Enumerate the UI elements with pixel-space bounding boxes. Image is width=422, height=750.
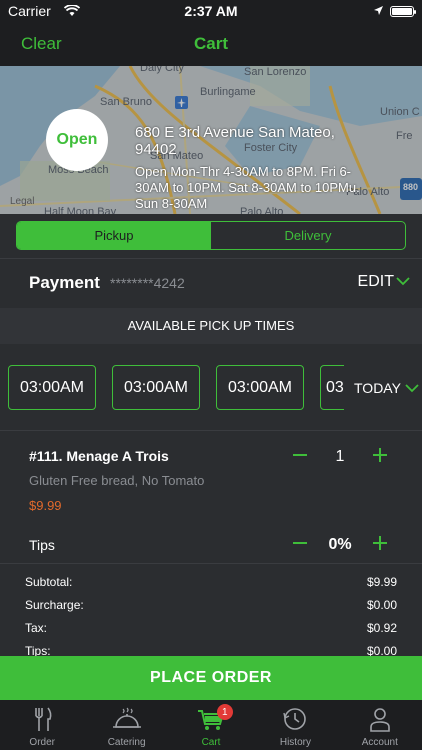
- place-order-button[interactable]: PLACE ORDER: [0, 656, 422, 700]
- summary-row-tax: Tax: $0.92: [25, 621, 397, 635]
- summary-row-subtotal: Subtotal: $9.99: [25, 575, 397, 589]
- tab-account[interactable]: Account: [338, 700, 422, 750]
- location-arrow-icon: [373, 3, 384, 19]
- person-icon: [366, 705, 394, 733]
- summary-value: $0.92: [366, 621, 397, 635]
- summary-label: Subtotal:: [25, 575, 73, 589]
- cart-badge: 1: [216, 704, 233, 720]
- tab-cart[interactable]: 1 Cart: [169, 700, 253, 750]
- fork-knife-icon: [28, 705, 56, 733]
- tab-catering[interactable]: Catering: [84, 700, 168, 750]
- store-open-badge: Open: [46, 109, 108, 171]
- pickup-time-option[interactable]: 03:00AM: [112, 365, 200, 410]
- minus-icon[interactable]: [288, 533, 312, 557]
- cart-item-price: $9.99: [29, 498, 62, 513]
- tips-value: 0%: [328, 536, 352, 553]
- store-hours: Open Mon-Thr 4-30AM to 8PM. Fri 6-30AM t…: [135, 164, 360, 211]
- chevron-down-icon: [396, 273, 410, 291]
- tab-label: Cart: [201, 737, 221, 748]
- tips-label: Tips: [29, 537, 55, 553]
- cloche-icon: [111, 705, 143, 733]
- pickup-tab[interactable]: Pickup: [17, 222, 211, 249]
- tab-label: Account: [361, 737, 398, 748]
- map-legal-link[interactable]: Legal: [10, 196, 34, 207]
- tab-label: Catering: [107, 737, 146, 748]
- clock-history-icon: [281, 705, 309, 733]
- payment-card-number: ********4242: [110, 275, 185, 291]
- store-map[interactable]: Daly City San Lorenzo San Bruno Burlinga…: [0, 66, 422, 214]
- summary-value: $9.99: [366, 575, 397, 589]
- store-address: 680 E 3rd Avenue San Mateo, 94402: [135, 124, 335, 158]
- tab-bar: Order Catering 1 Cart History Account: [0, 700, 422, 750]
- divider: [0, 563, 422, 564]
- divider: [0, 430, 422, 431]
- status-time: 2:37 AM: [184, 3, 238, 19]
- navigation-bar: Clear Cart: [0, 22, 422, 66]
- pickup-times-row: 03:00AM 03:00AM 03:00AM 03:00AM TODAY: [0, 344, 422, 430]
- page-title: Cart: [193, 34, 228, 53]
- tab-label: History: [279, 737, 311, 748]
- tab-label: Order: [29, 737, 55, 748]
- divider: [0, 258, 422, 259]
- quantity-value: 1: [335, 448, 345, 465]
- summary-label: Tax:: [25, 621, 48, 635]
- payment-edit-label: EDIT: [357, 273, 394, 290]
- day-selector[interactable]: TODAY: [354, 380, 419, 396]
- battery-icon: [390, 5, 416, 17]
- tips-stepper: 0%: [288, 533, 392, 557]
- pickup-time-option[interactable]: 03:00AM: [8, 365, 96, 410]
- minus-icon[interactable]: [288, 445, 312, 469]
- cart-item-description: Gluten Free bread, No Tomato: [29, 473, 205, 488]
- tab-order[interactable]: Order: [0, 700, 84, 750]
- summary-row-surcharge: Surcharge: $0.00: [25, 598, 397, 612]
- quantity-stepper: 1: [288, 445, 392, 469]
- payment-label: Payment: [29, 273, 100, 292]
- order-summary: Subtotal: $9.99 Surcharge: $0.00 Tax: $0…: [0, 565, 422, 658]
- pickup-times-header: AVAILABLE PICK UP TIMES: [0, 308, 422, 344]
- summary-label: Surcharge:: [25, 598, 84, 612]
- tab-history[interactable]: History: [253, 700, 337, 750]
- delivery-tab[interactable]: Delivery: [211, 222, 405, 249]
- plus-icon[interactable]: [368, 445, 392, 469]
- cart-item-name: #111. Menage A Trois: [29, 448, 169, 464]
- pickup-time-option[interactable]: 03:00AM: [216, 365, 304, 410]
- chevron-down-icon: [405, 380, 419, 396]
- status-bar: Carrier 2:37 AM: [0, 0, 422, 22]
- summary-value: $0.00: [366, 598, 397, 612]
- payment-edit-button[interactable]: EDIT: [358, 273, 410, 291]
- order-type-segment: Pickup Delivery: [16, 221, 406, 250]
- plus-icon[interactable]: [368, 533, 392, 557]
- day-label: TODAY: [354, 380, 401, 396]
